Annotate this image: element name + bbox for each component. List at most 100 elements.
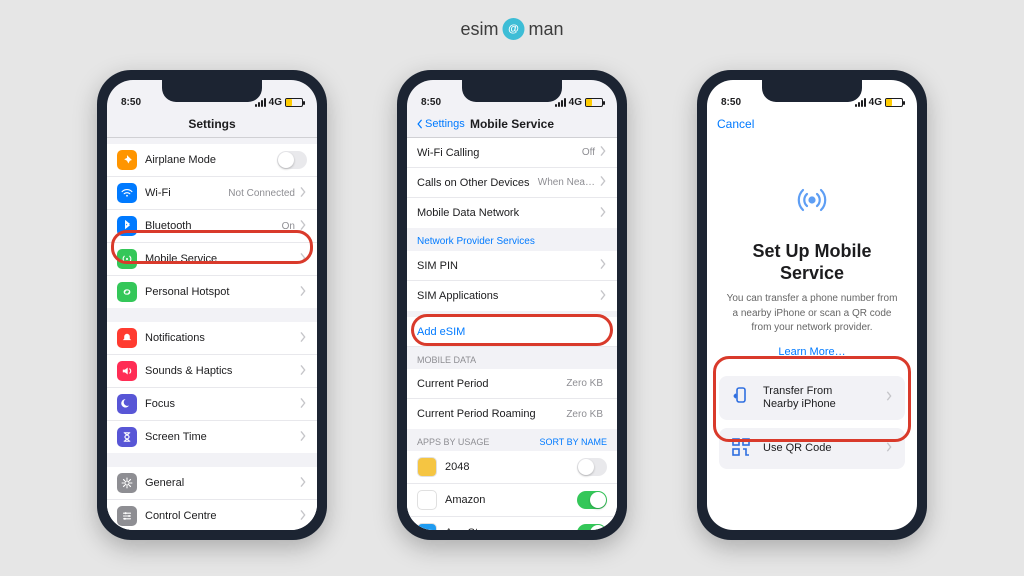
list-row[interactable]: Focus	[107, 388, 317, 421]
list-row[interactable]: Screen Time	[107, 421, 317, 453]
notch	[162, 80, 262, 102]
option-use-qr[interactable]: Use QR Code	[719, 428, 905, 469]
toggle[interactable]	[577, 491, 607, 509]
network-label: 4G	[569, 97, 582, 108]
back-button[interactable]: Settings	[415, 118, 465, 130]
row-label: Control Centre	[145, 510, 299, 522]
row-label: Calls on Other Devices	[417, 177, 538, 189]
signal-icon	[255, 98, 266, 107]
brand-logo: esim @ man	[460, 18, 563, 40]
notch	[462, 80, 562, 102]
row-label: Airplane Mode	[145, 154, 277, 166]
learn-more-link[interactable]: Learn More…	[725, 346, 899, 358]
chevron-right-icon	[599, 176, 607, 189]
chevron-right-icon	[299, 398, 307, 411]
list-row[interactable]: Airplane Mode	[107, 144, 317, 177]
transfer-phone-icon	[731, 386, 753, 409]
row-label: Focus	[145, 398, 299, 410]
toggle[interactable]	[577, 524, 607, 530]
row-label: Personal Hotspot	[145, 286, 299, 298]
list-row[interactable]: Wi-Fi CallingOff	[407, 138, 617, 168]
chevron-right-icon	[299, 332, 307, 345]
list-row[interactable]: Personal Hotspot	[107, 276, 317, 308]
row-label: Wi-Fi	[145, 187, 228, 199]
sliders-icon	[117, 506, 137, 526]
chevron-right-icon	[599, 290, 607, 303]
wifi-icon	[117, 183, 137, 203]
row-label: Mobile Service	[145, 253, 299, 265]
add-esim-button[interactable]: Add eSIM	[407, 317, 617, 347]
list-row[interactable]: Calls on Other DevicesWhen Nea…	[407, 168, 617, 198]
brand-bubble-icon: @	[503, 18, 525, 40]
link-icon	[117, 282, 137, 302]
network-label: 4G	[269, 97, 282, 108]
battery-icon	[285, 98, 303, 107]
toggle[interactable]	[577, 458, 607, 476]
moon-icon	[117, 394, 137, 414]
chevron-right-icon	[299, 220, 307, 233]
toggle[interactable]	[277, 151, 307, 169]
app-toggle-row[interactable]: 2048	[407, 451, 617, 484]
row-value: When Nea…	[538, 177, 595, 188]
row-label: Wi-Fi Calling	[417, 147, 582, 159]
phone-frame-2: 8:50 4G Settings Mobile Service Wi-Fi Ca…	[397, 70, 627, 540]
list-row[interactable]: Mobile Data Network	[407, 198, 617, 228]
option-label: Transfer From Nearby iPhone	[763, 385, 885, 411]
chevron-right-icon	[885, 391, 893, 404]
option-transfer-nearby[interactable]: Transfer From Nearby iPhone	[719, 376, 905, 420]
row-label: SIM PIN	[417, 260, 599, 272]
list-row[interactable]: Control Centre	[107, 500, 317, 530]
row-label: SIM Applications	[417, 290, 599, 302]
list-row[interactable]: Wi-FiNot Connected	[107, 177, 317, 210]
row-label: Bluetooth	[145, 220, 282, 232]
screen-mobile-service: 8:50 4G Settings Mobile Service Wi-Fi Ca…	[407, 80, 617, 530]
phone-frame-3: 8:50 4G Cancel Set Up Mobil	[697, 70, 927, 540]
row-label: General	[145, 477, 299, 489]
list-row[interactable]: BluetoothOn	[107, 210, 317, 243]
row-label: Notifications	[145, 332, 299, 344]
list-row[interactable]: Sounds & Haptics	[107, 355, 317, 388]
chevron-right-icon	[299, 510, 307, 523]
plane-icon	[117, 150, 137, 170]
section-header: Network Provider Services	[407, 228, 617, 251]
mobile-service-list[interactable]: Wi-Fi CallingOffCalls on Other DevicesWh…	[407, 138, 617, 530]
app-toggle-row[interactable]: Amazon	[407, 484, 617, 517]
navbar: Settings Mobile Service	[407, 110, 617, 138]
app-toggle-row[interactable]: App Store	[407, 517, 617, 530]
bt-icon	[117, 216, 137, 236]
hourglass-icon	[117, 427, 137, 447]
settings-list[interactable]: Airplane ModeWi-FiNot ConnectedBluetooth…	[107, 138, 317, 530]
list-row: Current Period RoamingZero KB	[407, 399, 617, 429]
list-row[interactable]: SIM PIN	[407, 251, 617, 281]
page-title: Settings	[188, 117, 235, 131]
section-header: MOBILE DATA	[407, 347, 617, 369]
chevron-right-icon	[299, 286, 307, 299]
cancel-button[interactable]: Cancel	[717, 117, 754, 131]
signal-icon	[555, 98, 566, 107]
chevron-right-icon	[885, 442, 893, 455]
sort-button[interactable]: SORT BY NAME	[539, 437, 607, 447]
row-label: Screen Time	[145, 431, 299, 443]
section-header: APPS BY USAGESORT BY NAME	[407, 429, 617, 451]
chevron-right-icon	[299, 253, 307, 266]
signal-icon	[855, 98, 866, 107]
page-title: Mobile Service	[470, 117, 554, 131]
chevron-right-icon	[599, 207, 607, 220]
chevron-right-icon	[599, 259, 607, 272]
list-row[interactable]: Notifications	[107, 322, 317, 355]
sound-icon	[117, 361, 137, 381]
setup-heading: Set Up Mobile Service	[725, 241, 899, 284]
row-label: Sounds & Haptics	[145, 365, 299, 377]
antenna-icon	[117, 249, 137, 269]
clock: 8:50	[421, 97, 441, 108]
list-row[interactable]: SIM Applications	[407, 281, 617, 311]
notch	[762, 80, 862, 102]
chevron-right-icon	[599, 146, 607, 159]
bell-icon	[117, 328, 137, 348]
row-value: Off	[582, 147, 595, 158]
list-row[interactable]: Mobile Service	[107, 243, 317, 276]
option-label: Use QR Code	[763, 442, 885, 455]
list-row[interactable]: General	[107, 467, 317, 500]
chevron-right-icon	[299, 365, 307, 378]
screen-settings: 8:50 4G Settings Airplane ModeWi-FiNot C…	[107, 80, 317, 530]
